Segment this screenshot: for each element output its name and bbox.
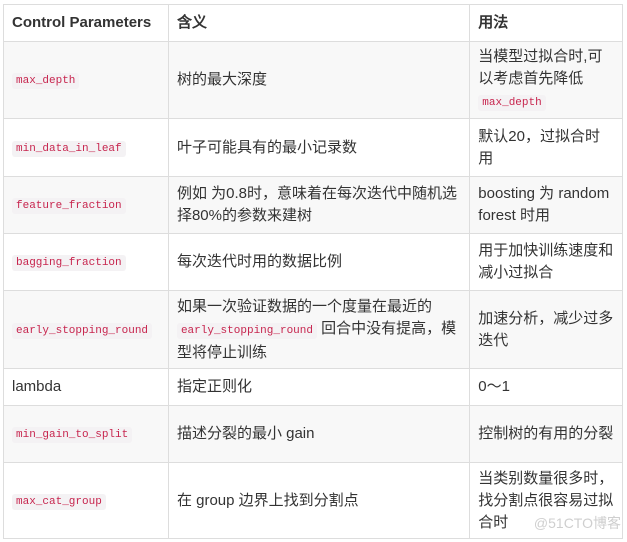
watermark: @51CTO博客 (533, 515, 621, 531)
usage-cell: 0～1 (469, 368, 623, 406)
parameters-table: Control Parameters 含义 用法 max_depth 树的最大深度… (3, 4, 623, 539)
table-row: max_depth 树的最大深度 当模型过拟合时,可以考虑首先降低 max_depth (3, 41, 623, 119)
usage-text: 控制树的有用的分裂 (478, 425, 614, 442)
param-cell: early_stopping_round (3, 290, 169, 369)
table-row: max_cat_group 在 group 边界上找到分割点 当类别数量很多时，找分… (3, 462, 623, 539)
meaning-text: 叶子可能具有的最小记录数 (176, 138, 357, 156)
param-code: max_cat_group (12, 493, 106, 510)
inline-code: max_depth (478, 95, 546, 111)
param-cell: bagging_fraction (3, 233, 169, 291)
table-row: early_stopping_round 如果一次验证数据的一个度量在最近的 ear… (3, 290, 623, 369)
param-cell: min_gain_to_split (3, 405, 169, 463)
param-cell: max_depth (3, 41, 169, 119)
usage-cell: 控制树的有用的分裂 (469, 405, 623, 463)
meaning-text: 指定正则化 (176, 378, 252, 395)
meaning-cell: 例如 为0.8时，意味着在每次迭代中随机选择80%的参数来建树 (167, 176, 471, 234)
param-code: feature_fraction (12, 198, 126, 214)
meaning-text: 如果一次验证数据的一个度量在最近的 (176, 297, 432, 315)
table-row: min_data_in_leaf 叶子可能具有的最小记录数 默认20，过拟合时用 (3, 118, 623, 177)
usage-cell: 当模型过拟合时,可以考虑首先降低 max_depth (469, 41, 623, 119)
meaning-text: 描述分裂的最小 gain (176, 425, 315, 442)
table-body: max_depth 树的最大深度 当模型过拟合时,可以考虑首先降低 max_depth… (3, 41, 623, 539)
usage-cell: boosting 为 random forest 时用 (469, 176, 623, 234)
param-cell: max_cat_group (3, 462, 169, 539)
meaning-text: 每次迭代时用的数据比例 (176, 253, 342, 270)
meaning-text: 例如 为0.8时，意味着在每次迭代中随机选择80%的参数来建树 (176, 185, 457, 224)
usage-cell: 加速分析，减少过多迭代 (469, 290, 623, 369)
param-code: bagging_fraction (12, 255, 126, 271)
meaning-cell: 树的最大深度 (167, 41, 471, 119)
usage-text: 用于加快训练速度和减小过拟合 (478, 242, 614, 281)
param-code: min_data_in_leaf (12, 140, 126, 157)
usage-cell: 用于加快训练速度和减小过拟合 (469, 233, 623, 291)
meaning-cell: 如果一次验证数据的一个度量在最近的early_stopping_round 回合… (167, 290, 471, 369)
header-meaning: 含义 (167, 4, 471, 42)
table-row: feature_fraction 例如 为0.8时，意味着在每次迭代中随机选择80… (3, 176, 623, 234)
param-name: lambda (12, 378, 62, 395)
meaning-cell: 描述分裂的最小 gain (167, 405, 471, 463)
meaning-cell: 每次迭代时用的数据比例 (167, 233, 471, 291)
param-code: min_gain_to_split (12, 427, 133, 443)
meaning-cell: 指定正则化 (167, 368, 471, 406)
usage-text: boosting 为 random forest 时用 (478, 185, 610, 224)
meaning-cell: 叶子可能具有的最小记录数 (167, 118, 471, 177)
usage-cell: 默认20，过拟合时用 (469, 118, 623, 177)
header-row: Control Parameters 含义 用法 (3, 4, 623, 42)
table-row: bagging_fraction 每次迭代时用的数据比例 用于加快训练速度和减小过拟… (3, 233, 623, 291)
usage-text: 0～1 (478, 378, 510, 395)
meaning-text: 在 group 边界上找到分割点 (176, 491, 359, 509)
header-usage: 用法 (469, 4, 623, 42)
usage-text: 当模型过拟合时,可以考虑首先降低 (478, 48, 603, 87)
param-cell: feature_fraction (3, 176, 169, 234)
param-code: early_stopping_round (12, 322, 153, 339)
table-row: lambda 指定正则化 0～1 (3, 368, 623, 406)
inline-code: early_stopping_round (176, 322, 317, 339)
param-code: max_depth (12, 73, 80, 89)
header-control-parameters: Control Parameters (3, 4, 169, 42)
meaning-text: 树的最大深度 (176, 71, 267, 88)
usage-text: 加速分析，减少过多迭代 (478, 309, 614, 349)
meaning-cell: 在 group 边界上找到分割点 (167, 462, 471, 539)
param-cell: min_data_in_leaf (3, 118, 169, 177)
table-row: min_gain_to_split 描述分裂的最小 gain 控制树的有用的分裂 (3, 405, 623, 463)
param-cell: lambda (3, 368, 169, 406)
usage-text: 默认20，过拟合时用 (478, 127, 600, 167)
